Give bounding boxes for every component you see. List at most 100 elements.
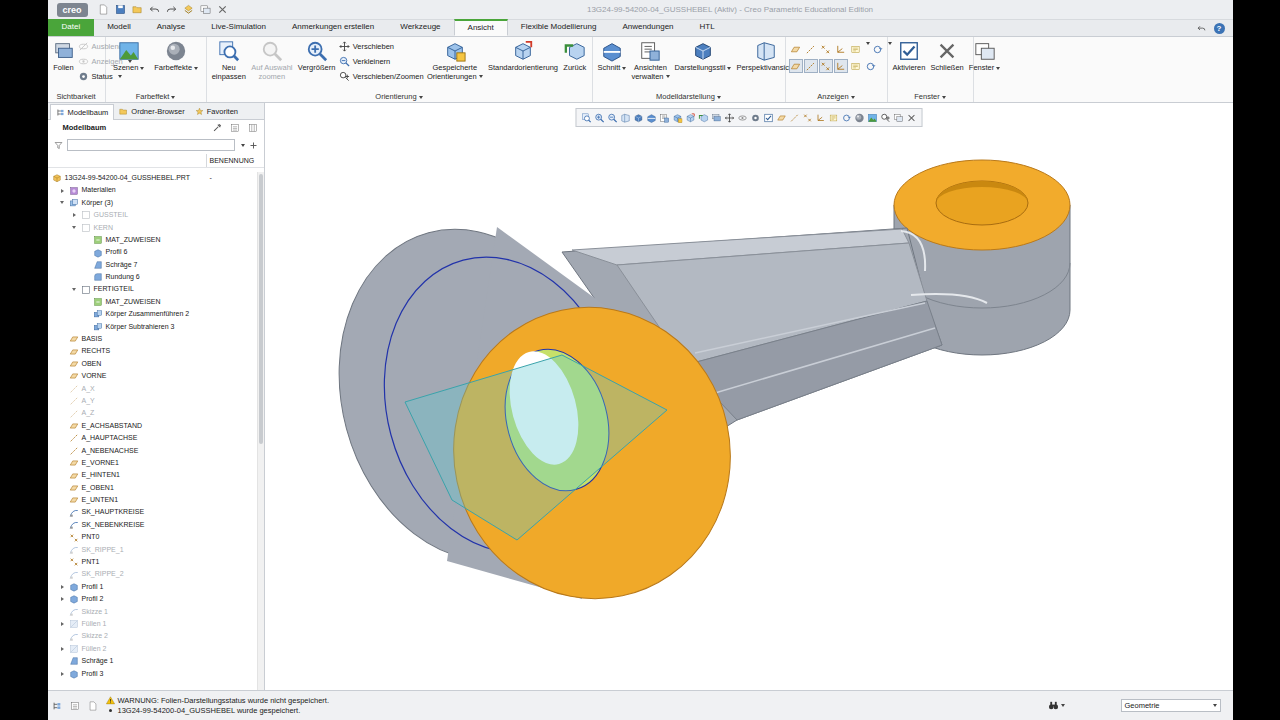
- tree-item[interactable]: Materialien: [48, 184, 257, 196]
- group-label[interactable]: Modelldarstellung: [596, 91, 782, 102]
- expand-toggle[interactable]: [71, 212, 78, 219]
- tree-item[interactable]: E_VORNE1: [48, 457, 257, 469]
- status-button[interactable]: [70, 701, 80, 711]
- tree-item[interactable]: BASIS: [48, 333, 257, 345]
- panel-tab[interactable]: Ordner-Browser: [114, 104, 189, 119]
- tree-item[interactable]: GUSSTEIL: [48, 209, 257, 221]
- group-label[interactable]: Orientierung: [210, 91, 589, 102]
- panel-tab[interactable]: Modellbaum: [50, 104, 115, 120]
- tree-item[interactable]: Skizze 2: [48, 630, 257, 642]
- group-label[interactable]: Anzeigen: [789, 91, 884, 102]
- status-button[interactable]: [52, 701, 62, 711]
- tree-item[interactable]: E_UNTEN1: [48, 494, 257, 506]
- ribbon-small-button[interactable]: Verschieben: [339, 40, 424, 53]
- display-toggle[interactable]: [849, 59, 863, 73]
- ribbon-button[interactable]: Schnitt: [596, 39, 629, 74]
- tree-item[interactable]: E_OBEN1: [48, 482, 257, 494]
- ribbon-button[interactable]: Fenster: [967, 39, 1002, 74]
- expand-toggle[interactable]: [59, 621, 66, 628]
- graphics-toolbar-button[interactable]: [892, 111, 904, 124]
- display-toggle[interactable]: [819, 42, 833, 56]
- ribbon-button[interactable]: Ansichtenverwalten: [629, 39, 671, 82]
- dropdown-arrow[interactable]: [888, 42, 892, 45]
- quick-access-button[interactable]: [166, 4, 177, 15]
- dropdown-arrow[interactable]: [717, 96, 721, 99]
- ribbon-button[interactable]: Aktivieren: [891, 39, 928, 74]
- dropdown-arrow[interactable]: [996, 67, 1000, 70]
- ribbon-tab[interactable]: Ansicht: [454, 19, 508, 36]
- dropdown-arrow[interactable]: [194, 67, 198, 70]
- dropdown-arrow[interactable]: [419, 96, 423, 99]
- help-button[interactable]: ?: [1214, 23, 1225, 34]
- dropdown-arrow[interactable]: [479, 75, 483, 78]
- display-toggle[interactable]: [789, 59, 803, 73]
- ribbon-tab[interactable]: Flexible Modellierung: [508, 19, 610, 36]
- tree-item[interactable]: Füllen 2: [48, 643, 257, 655]
- tree-tool-button[interactable]: [230, 123, 240, 133]
- ribbon-button[interactable]: Darstellungsstil: [673, 39, 734, 74]
- status-button[interactable]: [88, 701, 98, 711]
- tree-item[interactable]: A_HAUPTACHSE: [48, 432, 257, 444]
- graphics-toolbar-button[interactable]: [749, 111, 761, 124]
- dropdown-arrow[interactable]: [128, 60, 132, 63]
- graphics-toolbar-button[interactable]: [866, 111, 878, 124]
- tree-item[interactable]: 13G24-99-54200-04_GUSSHEBEL.PRT-: [48, 172, 257, 184]
- graphics-window[interactable]: [265, 103, 1233, 690]
- tree-item[interactable]: E_ACHSABSTAND: [48, 420, 257, 432]
- dropdown-arrow[interactable]: [866, 42, 870, 45]
- dropdown-arrow[interactable]: [118, 75, 122, 78]
- display-toggle[interactable]: [819, 59, 833, 73]
- graphics-toolbar-button[interactable]: [580, 111, 592, 124]
- tree-item[interactable]: A_NEBENACHSE: [48, 445, 257, 457]
- ribbon-button[interactable]: Zurück: [561, 39, 588, 74]
- tree-item[interactable]: A_X: [48, 383, 257, 395]
- graphics-toolbar-button[interactable]: [736, 111, 748, 124]
- tree-item[interactable]: SK_HAUPTKREISE: [48, 507, 257, 519]
- graphics-toolbar-button[interactable]: [632, 111, 644, 124]
- tree-item[interactable]: Schräge 7: [48, 259, 257, 271]
- graphics-toolbar-button[interactable]: [671, 111, 683, 124]
- ribbon-button[interactable]: Neueinpassen: [210, 39, 248, 82]
- tree-item[interactable]: KERN: [48, 222, 257, 234]
- graphics-toolbar-button[interactable]: [658, 111, 670, 124]
- quick-access-button[interactable]: [132, 4, 143, 15]
- tree-item[interactable]: SK_RIPPE_2: [48, 569, 257, 581]
- graphics-toolbar-button[interactable]: [853, 111, 865, 124]
- quick-access-button[interactable]: [200, 4, 211, 15]
- filter-input[interactable]: [67, 139, 235, 151]
- graphics-toolbar-button[interactable]: [905, 111, 917, 124]
- tree-item[interactable]: Profil 2: [48, 593, 257, 605]
- dropdown-arrow[interactable]: [942, 96, 946, 99]
- tree-item[interactable]: Profil 1: [48, 581, 257, 593]
- dropdown-arrow[interactable]: [1213, 704, 1217, 707]
- ribbon-button[interactable]: Szenen: [111, 39, 146, 74]
- dropdown-arrow[interactable]: [171, 96, 175, 99]
- tree-tool-button[interactable]: [248, 123, 258, 133]
- graphics-toolbar-button[interactable]: [827, 111, 839, 124]
- graphics-toolbar-button[interactable]: [788, 111, 800, 124]
- graphics-toolbar-button[interactable]: [697, 111, 709, 124]
- expand-toggle[interactable]: [59, 187, 66, 194]
- graphics-toolbar-button[interactable]: [593, 111, 605, 124]
- panel-tab[interactable]: Favoriten: [190, 104, 243, 119]
- display-toggle[interactable]: [871, 42, 885, 56]
- tree-item[interactable]: PNT0: [48, 531, 257, 543]
- graphics-toolbar-button[interactable]: [840, 111, 852, 124]
- tree-item[interactable]: PNT1: [48, 556, 257, 568]
- tree-item[interactable]: A_Y: [48, 395, 257, 407]
- graphics-toolbar-button[interactable]: [606, 111, 618, 124]
- tree-item[interactable]: RECHTS: [48, 345, 257, 357]
- dropdown-arrow[interactable]: [140, 67, 144, 70]
- tree-item[interactable]: E_HINTEN1: [48, 469, 257, 481]
- tree-item[interactable]: Profil 3: [48, 668, 257, 680]
- dropdown-arrow[interactable]: [666, 75, 670, 78]
- quick-access-button[interactable]: [115, 4, 126, 15]
- quick-access-button[interactable]: [217, 4, 228, 15]
- tree-item[interactable]: Schräge 1: [48, 655, 257, 667]
- dropdown-arrow[interactable]: [622, 67, 626, 70]
- tree-item[interactable]: Körper Zusammenführen 2: [48, 308, 257, 320]
- display-toggle[interactable]: [834, 59, 848, 73]
- ribbon-button[interactable]: Vergrößern: [296, 39, 338, 74]
- tree-item[interactable]: A_Z: [48, 407, 257, 419]
- display-toggle[interactable]: [834, 42, 848, 56]
